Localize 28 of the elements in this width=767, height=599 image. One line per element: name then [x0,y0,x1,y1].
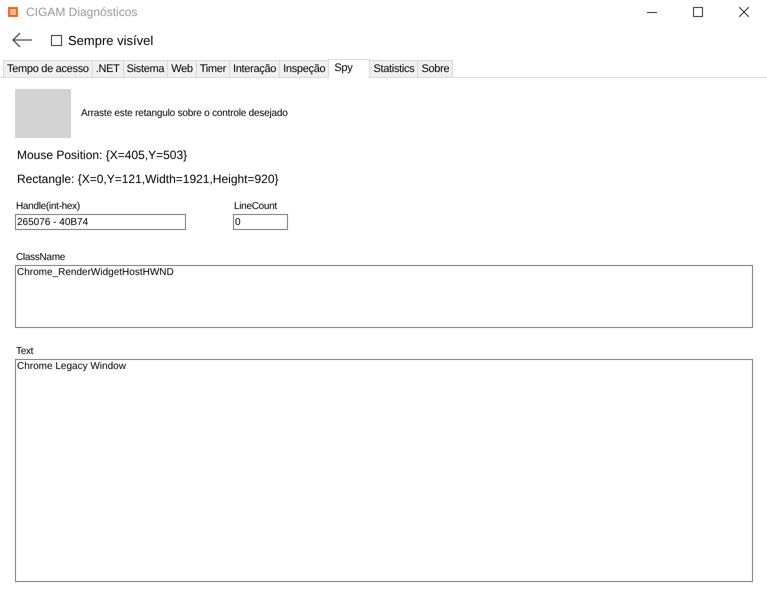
tab[interactable]: Inspeção [279,60,330,77]
tab[interactable]: Sistema [122,60,168,77]
tab[interactable]: Web [167,60,197,77]
tab[interactable]: Spy [328,59,370,78]
text-field[interactable]: Chrome Legacy Window [15,359,753,582]
drag-hint: Arraste este retangulo sobre o controle desejado [81,108,288,119]
class-name-field[interactable]: Chrome_RenderWidgetHostHWND [15,265,753,328]
tab[interactable]: Timer [196,60,230,77]
rectangle-info: Rectangle: {X=0,Y=121,Width=1921,Height=920} [16,172,280,188]
mouse-position: Mouse Position: {X=405,Y=503} [16,148,188,164]
app-logo-icon [8,7,18,17]
tab[interactable]: Interação [228,60,280,77]
field-label: ClassName [15,252,66,264]
close-icon [739,7,749,17]
field-label: Text [15,346,34,358]
maximize-icon [693,7,703,17]
tab[interactable]: Tempo de acesso [3,60,93,77]
checkbox-label: Sempre visível [68,32,154,48]
field-label: Handle(int-hex) [15,201,81,213]
tab[interactable]: .NET [92,60,124,77]
field-label: LineCount [233,201,278,213]
tab[interactable]: Statistics [369,60,418,77]
checkbox[interactable] [51,34,62,46]
back-arrow-icon[interactable] [12,32,32,48]
window-title: CIGAM Diagnósticos [26,5,138,19]
handle-field[interactable]: 265076 - 40B74 [15,214,186,230]
tab[interactable]: Sobre [417,60,454,77]
line-count-field[interactable]: 0 [233,214,288,230]
